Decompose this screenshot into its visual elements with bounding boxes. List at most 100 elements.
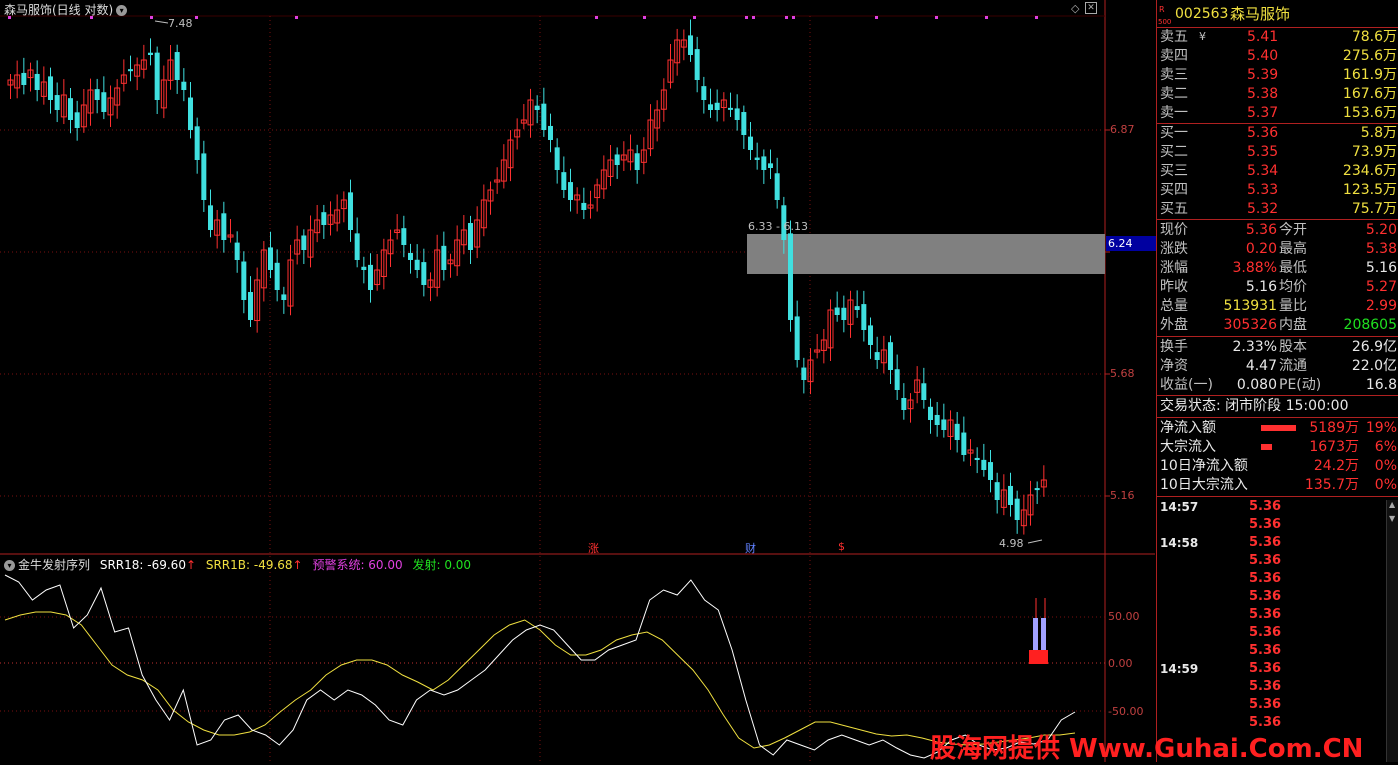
- indicator-axis-label: 50.00: [1108, 610, 1140, 623]
- price-axis-label: 5.16: [1110, 489, 1135, 502]
- asks-label: 卖一: [1160, 105, 1188, 121]
- asks-row[interactable]: 卖三 5.39 161.9万: [1157, 66, 1398, 85]
- stat-label: 外盘: [1160, 317, 1188, 333]
- current-price-tag: 6.24: [1106, 236, 1156, 251]
- tick-time: 14:59: [1160, 662, 1199, 676]
- badge-dollar[interactable]: $: [838, 540, 845, 553]
- stat-row: 外盘 305326 内盘 208605: [1157, 316, 1398, 335]
- tick-price: 5.36: [1249, 697, 1282, 712]
- indicator-name[interactable]: 金牛发射序列: [18, 558, 90, 572]
- stat-label: 收益(一): [1160, 377, 1213, 393]
- candle-body: [1034, 488, 1040, 491]
- flow-label: 大宗流入: [1160, 439, 1216, 455]
- tick-row[interactable]: 5.36: [1157, 696, 1398, 714]
- chart-title[interactable]: 森马服饰(日线 对数): [4, 3, 113, 17]
- stat-value: 208605: [1343, 317, 1397, 333]
- candle-body: [554, 147, 560, 170]
- bids-row[interactable]: 买五 5.32 75.7万: [1157, 200, 1398, 219]
- tick-price: 5.36: [1249, 607, 1282, 622]
- stat-value: 513931: [1223, 298, 1277, 314]
- asks-volume: 78.6万: [1351, 29, 1397, 45]
- candle-body: [614, 154, 620, 165]
- tick-row[interactable]: 5.36: [1157, 606, 1398, 624]
- signal-bar: [1033, 618, 1038, 650]
- flow-bar: [1261, 425, 1296, 431]
- stat-value: 5.16: [1365, 260, 1397, 276]
- event-marker: [752, 16, 755, 19]
- candle-body: [581, 202, 587, 210]
- trade-status: 交易状态: 闭市阶段 15:00:00: [1160, 398, 1349, 414]
- stat-row: 总量 513931 量比 2.99: [1157, 297, 1398, 316]
- stat-label: 净资: [1160, 358, 1188, 374]
- kline-chart-area[interactable]: 森马服饰(日线 对数) ▾ ◇ ✕ 7.48 4.98 6.33 - 6.13 涨…: [0, 0, 1156, 762]
- candle-body: [361, 266, 367, 270]
- candle-body: [234, 242, 240, 260]
- tick-row[interactable]: 14:59 5.36: [1157, 660, 1398, 678]
- tick-row[interactable]: 5.36: [1157, 552, 1398, 570]
- indicator-menu-icon[interactable]: ▾: [4, 560, 15, 571]
- candle-body: [934, 414, 940, 425]
- candle-body: [54, 95, 60, 110]
- tick-time: 14:58: [1160, 536, 1199, 550]
- up-arrow-icon: ↑: [292, 558, 303, 572]
- candle-body: [148, 52, 153, 55]
- asks-row[interactable]: 卖四 5.40 275.6万: [1157, 47, 1398, 66]
- candle-body: [34, 73, 40, 90]
- bids-row[interactable]: 买二 5.35 73.9万: [1157, 143, 1398, 162]
- dropdown-icon[interactable]: ▾: [116, 5, 128, 16]
- stat-label: 昨收: [1160, 279, 1188, 295]
- stat-value: 0.20: [1245, 241, 1277, 257]
- stat-row: 换手 2.33% 股本 26.9亿: [1157, 338, 1398, 357]
- bids-volume: 75.7万: [1351, 201, 1397, 217]
- bids-row[interactable]: 买三 5.34 234.6万: [1157, 162, 1398, 181]
- tick-row[interactable]: 5.36: [1157, 516, 1398, 534]
- tick-time: 14:57: [1160, 500, 1199, 514]
- asks-row[interactable]: 卖二 5.38 167.6万: [1157, 85, 1398, 104]
- event-marker: [785, 16, 788, 19]
- tick-price: 5.36: [1249, 661, 1282, 676]
- watermark: 股海网提供 Www.Guhai.Com.CN: [930, 734, 1364, 764]
- kline-chart[interactable]: [0, 0, 1155, 762]
- stock-name[interactable]: 森马服饰: [1230, 3, 1290, 25]
- candle-body: [861, 304, 867, 330]
- event-marker: [195, 16, 198, 19]
- candle-body: [714, 102, 720, 110]
- stat-value: 4.47: [1245, 358, 1277, 374]
- stat-label: 最高: [1279, 241, 1307, 257]
- tick-row[interactable]: 14:58 5.36: [1157, 534, 1398, 552]
- tick-price: 5.36: [1249, 517, 1282, 532]
- badge-zhang[interactable]: 涨: [588, 540, 599, 556]
- bids-row[interactable]: 买四 5.33 123.5万: [1157, 181, 1398, 200]
- candle-body: [154, 52, 160, 100]
- stat-value: 5.36: [1245, 222, 1277, 238]
- stock-code[interactable]: 002563: [1175, 3, 1228, 25]
- asks-price: 5.37: [1247, 105, 1279, 121]
- gap-highlight-box[interactable]: [747, 234, 1105, 274]
- bids-row[interactable]: 买一 5.36 5.8万: [1157, 124, 1398, 143]
- candle-body: [194, 126, 200, 160]
- tick-row[interactable]: 5.36: [1157, 678, 1398, 696]
- scroll-down-icon[interactable]: ▼: [1389, 514, 1395, 523]
- tick-row[interactable]: 5.36: [1157, 588, 1398, 606]
- tick-row[interactable]: 5.36: [1157, 570, 1398, 588]
- asks-row[interactable]: 卖五 5.41 78.6万: [1157, 28, 1398, 47]
- close-icon[interactable]: ✕: [1085, 2, 1097, 14]
- asks-row[interactable]: 卖一 5.37 153.6万: [1157, 104, 1398, 123]
- candle-body: [928, 406, 933, 420]
- candle-body: [774, 173, 780, 200]
- trade-status-row: 交易状态: 闭市阶段 15:00:00: [1157, 397, 1398, 416]
- stat-label: 今开: [1279, 222, 1307, 238]
- tick-scrollbar[interactable]: ▲ ▼: [1386, 500, 1398, 762]
- quote-header: R 500 002563 森马服饰: [1157, 3, 1398, 26]
- tick-row[interactable]: 5.36: [1157, 642, 1398, 660]
- candle-body: [21, 72, 27, 85]
- tick-price: 5.36: [1249, 499, 1282, 514]
- scroll-up-icon[interactable]: ▲: [1389, 500, 1395, 509]
- badge-cai[interactable]: 财: [745, 540, 756, 556]
- candle-body: [534, 105, 540, 110]
- low-price-marker: 4.98: [999, 537, 1024, 550]
- bids-price: 5.32: [1247, 201, 1279, 217]
- diamond-icon[interactable]: ◇: [1071, 2, 1079, 15]
- tick-row[interactable]: 5.36: [1157, 624, 1398, 642]
- tick-row[interactable]: 14:57 5.36: [1157, 498, 1398, 516]
